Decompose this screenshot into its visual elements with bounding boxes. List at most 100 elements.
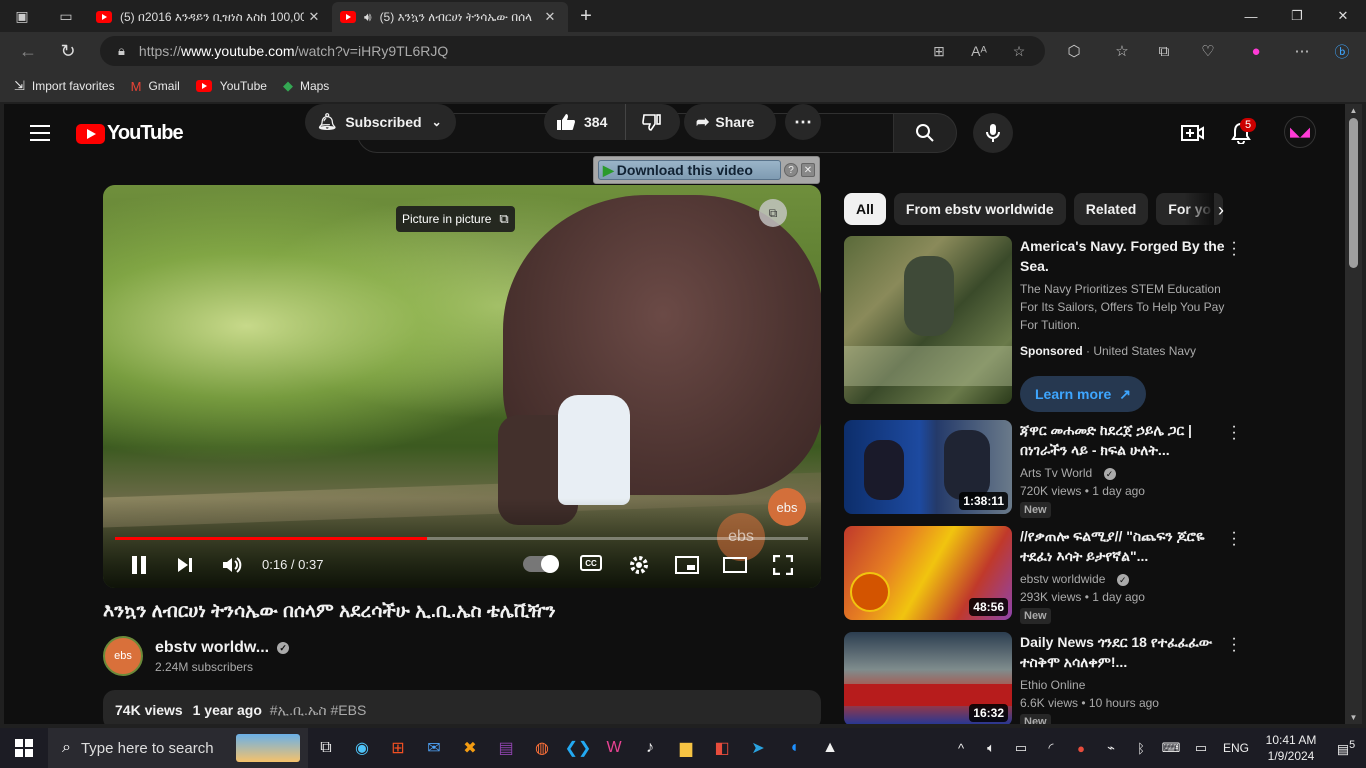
download-video-button[interactable]: ▶ Download this video	[598, 160, 781, 180]
file-explorer-icon[interactable]: ▆	[669, 728, 703, 768]
clock[interactable]: 10:41 AM 1/9/2024	[1256, 732, 1326, 764]
subscribed-button[interactable]: 🔔︎ Subscribed ⌄	[305, 104, 456, 140]
settings-more-icon[interactable]: ⋯	[1284, 32, 1320, 70]
performance-icon[interactable]: ♡	[1190, 32, 1226, 70]
menu-icon[interactable]	[30, 125, 50, 146]
office-icon[interactable]: ◧	[705, 728, 739, 768]
fullscreen-button[interactable]	[770, 551, 796, 579]
share-button[interactable]: ➦ Share	[684, 104, 776, 140]
firefox-icon[interactable]: ◍	[525, 728, 559, 768]
more-actions-button[interactable]: ⋯	[785, 104, 821, 140]
new-tab-button[interactable]: +	[568, 5, 604, 28]
profile-avatar-icon[interactable]: ●	[1238, 32, 1274, 70]
more-options-icon[interactable]: · · ·	[1230, 525, 1238, 553]
microsoft-store-icon[interactable]: ⊞	[381, 728, 415, 768]
antivirus-icon[interactable]: ●	[1066, 741, 1096, 756]
scroll-up-icon[interactable]: ▲	[1345, 106, 1362, 115]
video-thumbnail[interactable]: 16:32	[844, 632, 1012, 724]
telegram-icon[interactable]: ➤	[741, 728, 775, 768]
start-button[interactable]	[0, 728, 48, 768]
more-options-icon[interactable]: · · ·	[1230, 419, 1238, 447]
tab-actions-icon[interactable]: ▭	[44, 0, 88, 32]
volume-tray-icon[interactable]: 🔈︎	[976, 740, 1006, 756]
refresh-icon[interactable]: ↻	[48, 32, 88, 70]
favorite-import[interactable]: ⇲ Import favorites	[14, 78, 115, 94]
tiktok-icon[interactable]: ♪	[633, 728, 667, 768]
speaker-playing-icon[interactable]: 🔊︎	[364, 10, 372, 25]
recommendation-item[interactable]: 1:38:11 ጃዋር መሐመድ ከደረጀ ኃይሌ ጋር | በነገራችን ላይ…	[844, 419, 1244, 520]
create-video-icon[interactable]	[1179, 120, 1205, 146]
hashtags[interactable]: #ኢ.ቢ.ኤስ #EBS	[270, 702, 367, 718]
dislike-button[interactable]	[626, 113, 678, 131]
channel-name[interactable]: Ethio Online	[1020, 676, 1085, 694]
volume-button[interactable]	[220, 551, 244, 579]
ad-thumbnail[interactable]	[844, 236, 1012, 404]
photos-icon[interactable]: ▲	[813, 728, 847, 768]
winrar-icon[interactable]: ▤	[489, 728, 523, 768]
search-button[interactable]	[893, 113, 957, 153]
scrollbar-thumb[interactable]	[1349, 118, 1358, 268]
recommendation-item[interactable]: 16:32 Daily News ጎንደር 18 የተፈፈፈው ተስቅሞ አሳለ…	[844, 631, 1244, 724]
progress-bar[interactable]	[115, 537, 808, 540]
minimize-icon[interactable]: —	[1228, 0, 1274, 32]
close-tab-icon[interactable]: ✕	[304, 9, 324, 25]
read-aloud-icon[interactable]: Aᴬ	[964, 36, 994, 66]
ad-title[interactable]: America's Navy. Forged By the Sea.	[1020, 236, 1230, 276]
back-icon[interactable]: ←	[8, 32, 48, 70]
browser-tab-1[interactable]: (5) በ2016 እንዳይን ቢዝነስ እስከ 100,000 ✕	[88, 2, 332, 32]
video-player[interactable]: Picture in picture ⧉ ⧉ ebs ebs 0:16 / 0:3…	[103, 185, 821, 588]
favorites-icon[interactable]: ☆	[1104, 32, 1140, 70]
close-tab-icon[interactable]: ✕	[540, 9, 560, 25]
xampp-icon[interactable]: ✖	[453, 728, 487, 768]
more-options-icon[interactable]: · · ·	[1230, 235, 1238, 263]
recommendation-item[interactable]: 48:56 //የቃጠሎ ፍልሚያ// "ስጨፍን ጆሮዬ ተደፈነ እሳት ይ…	[844, 525, 1244, 626]
task-view-icon[interactable]: ⧉	[309, 728, 343, 768]
video-thumbnail[interactable]: 48:56	[844, 526, 1012, 620]
favorite-maps[interactable]: ◆ Maps	[283, 78, 329, 94]
battery-icon[interactable]: ▭	[1006, 740, 1036, 756]
more-options-icon[interactable]: · · ·	[1230, 631, 1238, 659]
like-button[interactable]: 384	[544, 104, 626, 140]
notification-center-icon[interactable]: ▤5	[1326, 739, 1366, 757]
video-title[interactable]: ጃዋር መሐመድ ከደረጀ ኃይሌ ጋር | በነገራችን ላይ - ክፍል ሁ…	[1020, 420, 1230, 460]
taskbar-search[interactable]: ⌕ Type here to search	[48, 728, 308, 768]
channel-name[interactable]: Arts Tv World ✓	[1020, 464, 1116, 482]
youtube-logo[interactable]: YouTube	[76, 122, 184, 145]
subtitles-cc-icon[interactable]: CC	[580, 555, 602, 571]
close-window-icon[interactable]: ✕	[1320, 0, 1366, 32]
chip-from-channel[interactable]: From ebstv worldwide	[893, 193, 1066, 225]
video-title[interactable]: Daily News ጎንደር 18 የተፈፈፈው ተስቅሞ አሳለቀም!...	[1020, 632, 1230, 672]
bluetooth-icon[interactable]: ᛒ	[1126, 741, 1156, 756]
description-box[interactable]: 74K views 1 year ago #ኢ.ቢ.ኤስ #EBS	[103, 690, 821, 724]
pip-icon[interactable]: ⧉	[499, 211, 508, 227]
favorite-star-icon[interactable]: ☆	[1004, 36, 1034, 66]
extensions-icon[interactable]: ⬡	[1056, 32, 1092, 70]
copilot-icon[interactable]: ⓑ	[1324, 32, 1360, 70]
collections-icon[interactable]: ⧉	[1146, 32, 1182, 70]
favorite-youtube[interactable]: YouTube	[195, 79, 267, 93]
channel-avatar[interactable]: ebs	[103, 636, 143, 676]
help-icon[interactable]: ?	[784, 163, 798, 177]
theater-mode-button[interactable]	[722, 551, 748, 579]
video-title[interactable]: //የቃጠሎ ፍልሚያ// "ስጨፍን ጆሮዬ ተደፈነ እሳት ይታየኛል".…	[1020, 526, 1230, 566]
address-bar[interactable]: 🔒︎ https://www.youtube.com/watch?v=iHRy9…	[100, 36, 1045, 66]
language-indicator[interactable]: ENG	[1216, 741, 1256, 755]
pip-corner-icon[interactable]: ⧉	[759, 199, 787, 227]
workspaces-icon[interactable]: ▣	[0, 0, 44, 32]
account-avatar[interactable]: ◣◢	[1284, 116, 1316, 148]
mail-icon[interactable]: ✉	[417, 728, 451, 768]
learn-more-button[interactable]: Learn more ↗	[1020, 376, 1146, 412]
browser-tab-2-active[interactable]: 🔊︎ (5) እንኳን ለብርሀነ ትንሳኤው በሰላ ✕	[332, 2, 568, 32]
pause-button[interactable]	[127, 551, 151, 579]
edge-browser-icon[interactable]: ◉	[345, 728, 379, 768]
chevron-right-icon[interactable]: ›	[1209, 198, 1233, 222]
app-available-icon[interactable]: ⊞	[924, 36, 954, 66]
chip-related[interactable]: Related	[1073, 193, 1149, 225]
network-icon[interactable]: ⌁	[1096, 740, 1126, 756]
close-icon[interactable]: ✕	[801, 163, 815, 177]
video-thumbnail[interactable]: 1:38:11	[844, 420, 1012, 514]
show-hidden-icons-chevron-icon[interactable]: ^	[946, 741, 976, 756]
channel-name[interactable]: ebstv worldwide ✓	[1020, 570, 1129, 588]
ad-recommendation[interactable]: America's Navy. Forged By the Sea. The N…	[844, 235, 1244, 416]
autoplay-toggle[interactable]	[523, 555, 559, 573]
